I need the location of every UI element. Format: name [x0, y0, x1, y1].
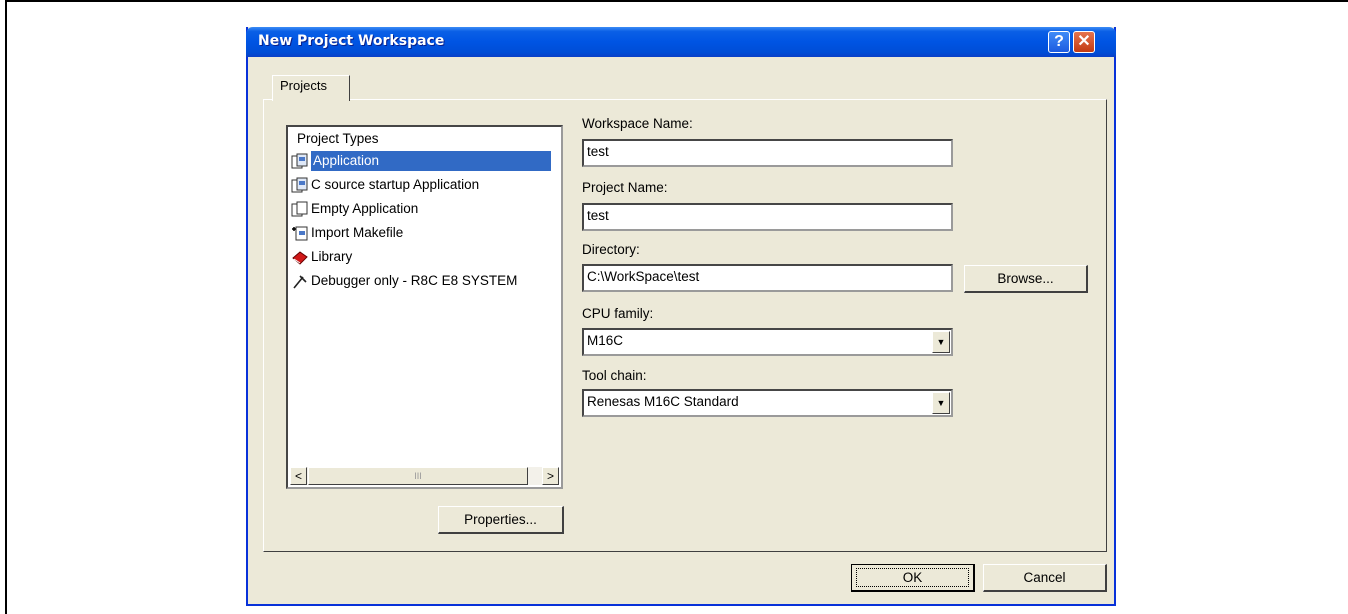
- chevron-down-icon[interactable]: ▼: [932, 392, 950, 414]
- project-name-input[interactable]: test: [582, 203, 953, 231]
- tool-chain-value: Renesas M16C Standard: [587, 394, 739, 409]
- horizontal-scrollbar[interactable]: < III >: [290, 467, 559, 485]
- title-bar[interactable]: New Project Workspace ? ✕: [246, 27, 1116, 57]
- ok-button[interactable]: OK: [851, 564, 975, 592]
- cancel-button[interactable]: Cancel: [983, 564, 1107, 592]
- tool-chain-select[interactable]: Renesas M16C Standard ▼: [582, 389, 953, 417]
- cpu-family-value: M16C: [587, 333, 624, 348]
- focus-rectangle: [856, 568, 969, 587]
- application-icon: [291, 153, 308, 169]
- list-item-application[interactable]: Application: [291, 151, 551, 172]
- tab-projects[interactable]: Projects: [272, 75, 350, 101]
- application-icon: [291, 177, 308, 193]
- cpu-family-label: CPU family:: [582, 306, 654, 321]
- list-item-label: Empty Application: [311, 201, 419, 216]
- properties-button-label: Properties...: [464, 512, 537, 527]
- project-types-header: Project Types: [297, 131, 379, 146]
- chevron-down-icon[interactable]: ▼: [932, 331, 950, 353]
- grip-icon: III: [414, 471, 422, 481]
- chevron-right-icon: >: [546, 469, 554, 483]
- list-item-label: Debugger only - R8C E8 SYSTEM: [311, 273, 518, 288]
- list-item-label: Library: [311, 249, 353, 264]
- list-item-empty-application[interactable]: Empty Application: [291, 199, 418, 220]
- properties-button[interactable]: Properties...: [438, 506, 564, 534]
- list-item-debugger-only[interactable]: Debugger only - R8C E8 SYSTEM: [291, 271, 517, 292]
- list-item-label: Application: [311, 151, 551, 171]
- close-button[interactable]: ✕: [1073, 31, 1095, 53]
- page-frame-top: [5, 0, 1348, 2]
- tool-chain-label: Tool chain:: [582, 368, 647, 383]
- chevron-left-icon: <: [294, 469, 302, 483]
- help-icon: ?: [1054, 33, 1064, 50]
- list-item-label: C source startup Application: [311, 177, 480, 192]
- workspace-name-input[interactable]: test: [582, 139, 953, 167]
- library-icon: [292, 251, 308, 265]
- list-item-label: Import Makefile: [311, 225, 404, 240]
- directory-label: Directory:: [582, 242, 640, 257]
- page-frame-left: [5, 0, 7, 614]
- debugger-icon: [293, 275, 307, 289]
- cancel-button-label: Cancel: [1023, 570, 1066, 585]
- scroll-right-button[interactable]: >: [542, 467, 559, 485]
- list-item-c-source-startup[interactable]: C source startup Application: [291, 175, 479, 196]
- close-icon: ✕: [1077, 33, 1091, 50]
- workspace-name-label: Workspace Name:: [582, 116, 693, 131]
- empty-application-icon: [291, 201, 308, 217]
- new-project-workspace-dialog: New Project Workspace ? ✕ Projects Proje…: [246, 27, 1116, 606]
- dialog-title: New Project Workspace: [258, 33, 445, 49]
- browse-button-label: Browse...: [997, 271, 1054, 286]
- browse-button[interactable]: Browse...: [964, 265, 1088, 293]
- help-button[interactable]: ?: [1048, 31, 1070, 53]
- project-types-list[interactable]: Project Types Application C source start…: [286, 125, 563, 489]
- list-item-library[interactable]: Library: [291, 247, 352, 268]
- directory-value: C:\WorkSpace\test: [587, 269, 700, 284]
- project-name-label: Project Name:: [582, 180, 668, 195]
- import-makefile-icon: [292, 226, 308, 241]
- directory-input[interactable]: C:\WorkSpace\test: [582, 264, 953, 292]
- cpu-family-select[interactable]: M16C ▼: [582, 328, 953, 356]
- scroll-left-button[interactable]: <: [290, 467, 307, 485]
- list-item-import-makefile[interactable]: Import Makefile: [291, 223, 403, 244]
- tab-projects-label: Projects: [280, 78, 327, 93]
- project-name-value: test: [587, 208, 609, 223]
- workspace-name-value: test: [587, 144, 609, 159]
- scrollbar-thumb[interactable]: III: [308, 467, 528, 485]
